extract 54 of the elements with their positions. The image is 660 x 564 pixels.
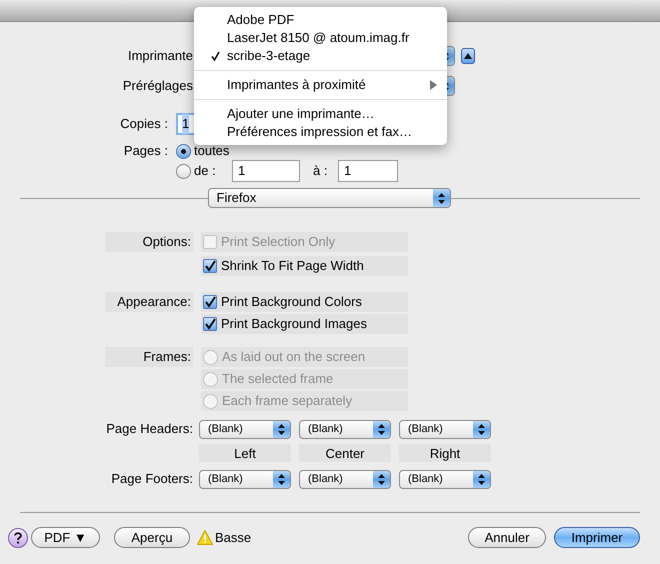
column-label: Center (299, 444, 391, 462)
row-label: Page Headers: (105, 420, 193, 438)
header-popup[interactable]: (Blank) (199, 420, 291, 438)
menu-item[interactable]: scribe-3-etage (194, 47, 447, 65)
option-label: As laid out on the screen (222, 348, 366, 366)
disclosure-button[interactable] (461, 48, 475, 64)
radio-button[interactable] (176, 144, 191, 158)
presets-label: Préréglages (122, 77, 193, 96)
menu-item[interactable]: Ajouter une imprimante… (194, 105, 447, 123)
up-triangle-icon (464, 53, 472, 59)
option-label: Shrink To Fit Page Width (221, 257, 364, 276)
section-label: Appearance: (105, 292, 193, 312)
footer-popup[interactable]: (Blank) (299, 470, 391, 488)
menu-item[interactable]: LaserJet 8150 @ atoum.imag.fr (194, 29, 447, 47)
option-label: Print Background Colors (221, 293, 362, 312)
preview-button[interactable]: Aperçu (114, 527, 190, 548)
column-label: Right (399, 444, 491, 462)
to-field[interactable]: 1 (338, 160, 398, 182)
option-label: Print Background Images (221, 315, 367, 334)
menu-item[interactable]: Préférences impression et fax… (194, 123, 447, 141)
section-label: Frames: (105, 347, 193, 367)
menu-item[interactable]: Adobe PDF (194, 11, 447, 29)
footer-popup[interactable]: (Blank) (399, 470, 491, 488)
footer-popup[interactable]: (Blank) (199, 470, 291, 488)
to-label: à : (313, 162, 328, 180)
printer-label: Imprimante (126, 47, 193, 66)
section-label: Options: (105, 232, 193, 252)
checkmark-icon (211, 51, 220, 61)
checkbox[interactable] (203, 259, 217, 273)
pages-label: Pages : (122, 142, 168, 160)
submenu-arrow-icon (430, 80, 437, 90)
option-label: Print Selection Only (221, 233, 336, 252)
option-label: Each frame separately (222, 392, 352, 410)
help-button[interactable] (8, 528, 28, 548)
header-popup[interactable]: (Blank) (299, 420, 391, 438)
option-label: The selected frame (222, 370, 334, 388)
copies-label: Copies : (119, 115, 168, 134)
warning-text: Basse (215, 528, 252, 547)
panel-popup[interactable]: Firefox (208, 188, 450, 208)
row-label: Page Footers: (110, 470, 193, 488)
radio-label: de : (194, 162, 216, 180)
checkbox[interactable] (203, 295, 217, 309)
warning-icon (197, 530, 213, 545)
pdf-menu-button[interactable]: PDF ▼ (31, 527, 100, 548)
menu-item[interactable]: Imprimantes à proximité (194, 76, 447, 94)
radio-button[interactable] (176, 164, 191, 178)
cancel-button[interactable]: Annuler (468, 527, 546, 548)
radio-label: toutes (194, 142, 230, 160)
checkbox[interactable] (203, 317, 217, 331)
question-mark-icon (14, 532, 22, 544)
header-popup[interactable]: (Blank) (399, 420, 491, 438)
column-label: Left (199, 444, 291, 462)
print-button[interactable]: Imprimer (554, 527, 640, 548)
from-field[interactable]: 1 (232, 160, 300, 182)
